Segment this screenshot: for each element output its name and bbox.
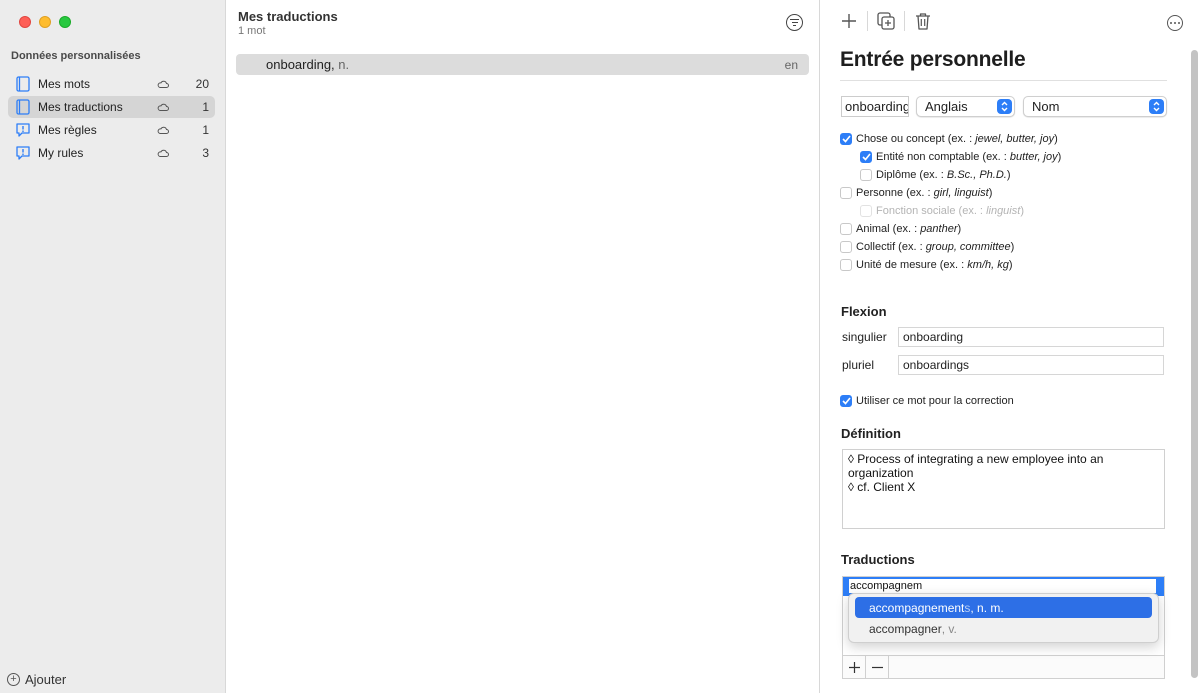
definition-heading: Définition: [841, 426, 901, 441]
entry-detail-pane: Entrée personnelle onboarding Anglais No…: [820, 0, 1201, 693]
sidebar-item-count: 1: [202, 123, 209, 137]
sidebar-item-label: Mes traductions: [38, 100, 123, 114]
checkmark-icon[interactable]: [840, 395, 852, 407]
translations-toolbar: [843, 655, 1164, 678]
add-translation-button[interactable]: [843, 656, 866, 678]
detail-toolbar: [839, 11, 933, 31]
add-button-label: Ajouter: [25, 672, 67, 687]
language-select-value: Anglais: [925, 99, 968, 114]
sidebar-item-my-rules[interactable]: My rules 3: [8, 142, 215, 164]
page-title: Entrée personnelle: [840, 48, 1026, 71]
definition-line: ◊ Process of integrating a new employee …: [848, 452, 1107, 480]
sidebar: Données personnalisées Mes mots 20 Mes t…: [0, 0, 226, 693]
list-item[interactable]: onboarding, n. en: [236, 54, 809, 75]
plus-icon[interactable]: [839, 11, 859, 31]
definition-textarea[interactable]: ◊ Process of integrating a new employee …: [842, 449, 1165, 529]
sidebar-item-count: 1: [202, 100, 209, 114]
checkbox-collectif[interactable]: Collectif (ex. : group, committee): [840, 238, 1061, 256]
sidebar-section-title: Données personnalisées: [11, 50, 141, 62]
autocomplete-popover: accompagnement s, n. m. accompagner, v.: [848, 593, 1159, 643]
semantic-categories: Chose ou concept (ex. : jewel, butter, j…: [840, 130, 1061, 274]
cloud-icon: [157, 103, 171, 111]
list-item-word: onboarding,: [266, 57, 335, 72]
rule-bubble-icon: [14, 122, 32, 138]
checkmark-icon[interactable]: [860, 151, 872, 163]
chevron-updown-icon: [1149, 99, 1164, 114]
checkbox-fonction-sociale: Fonction sociale (ex. : linguist): [840, 202, 1061, 220]
list-item-pos: n.: [334, 57, 350, 72]
translations-heading: Traductions: [841, 552, 915, 567]
list-count: 1 mot: [238, 25, 266, 37]
suggestion-item[interactable]: accompagner, v.: [855, 618, 1152, 639]
checkbox-personne[interactable]: Personne (ex. : girl, linguist): [840, 184, 1061, 202]
category-select[interactable]: Nom: [1023, 96, 1167, 117]
chevron-updown-icon: [997, 99, 1012, 114]
word-list-pane: Mes traductions 1 mot onboarding, n. en: [226, 0, 820, 693]
checkmark-icon[interactable]: [840, 133, 852, 145]
add-button[interactable]: + Ajouter: [7, 672, 66, 687]
plural-field[interactable]: onboardings: [898, 355, 1164, 375]
minimize-window-button[interactable]: [39, 16, 51, 28]
definition-line: ◊ cf. Client X: [848, 480, 916, 494]
remove-translation-button[interactable]: [866, 656, 889, 678]
suggestion-item[interactable]: accompagnement s, n. m.: [855, 597, 1152, 618]
inflection-heading: Flexion: [841, 304, 887, 319]
duplicate-icon[interactable]: [876, 11, 896, 31]
sidebar-item-mes-mots[interactable]: Mes mots 20: [8, 73, 215, 95]
zoom-window-button[interactable]: [59, 16, 71, 28]
word-field[interactable]: onboarding: [841, 96, 909, 117]
checkbox-unite-mesure[interactable]: Unité de mesure (ex. : km/h, kg): [840, 256, 1061, 274]
plural-label: pluriel: [842, 358, 875, 372]
singular-label: singulier: [842, 330, 887, 344]
list-item-language: en: [784, 57, 798, 72]
scrollbar[interactable]: [1191, 50, 1198, 678]
checkbox-diplome[interactable]: Diplôme (ex. : B.Sc., Ph.D.): [840, 166, 1061, 184]
sidebar-item-label: Mes mots: [38, 77, 91, 91]
sidebar-list: Mes mots 20 Mes traductions 1 Mes règles: [8, 73, 215, 165]
checkbox-chose-concept[interactable]: Chose ou concept (ex. : jewel, butter, j…: [840, 130, 1061, 148]
plus-circle-icon: +: [7, 673, 20, 686]
window-controls: [19, 16, 71, 28]
filter-icon[interactable]: [786, 14, 803, 31]
sidebar-item-count: 20: [195, 77, 209, 91]
cloud-icon: [157, 80, 171, 88]
category-select-value: Nom: [1032, 99, 1060, 114]
checkbox-animal[interactable]: Animal (ex. : panther): [840, 220, 1061, 238]
trash-icon[interactable]: [913, 11, 933, 31]
checkbox-entite-non-comptable[interactable]: Entité non comptable (ex. : butter, joy): [840, 148, 1061, 166]
sidebar-item-mes-regles[interactable]: Mes règles 1: [8, 119, 215, 141]
more-options-icon[interactable]: [1167, 15, 1183, 31]
book-icon: [14, 76, 32, 92]
rule-bubble-icon: [14, 145, 32, 161]
sidebar-item-count: 3: [202, 146, 209, 160]
cloud-icon: [157, 149, 171, 157]
close-window-button[interactable]: [19, 16, 31, 28]
sidebar-item-label: My rules: [38, 146, 84, 160]
list-title: Mes traductions: [238, 9, 338, 24]
divider: [840, 80, 1167, 81]
singular-field[interactable]: onboarding: [898, 327, 1164, 347]
translation-input[interactable]: accompagnem: [849, 579, 1156, 593]
sidebar-item-mes-traductions[interactable]: Mes traductions 1: [8, 96, 215, 118]
language-select[interactable]: Anglais: [916, 96, 1015, 117]
cloud-icon: [157, 126, 171, 134]
book-icon: [14, 99, 32, 115]
sidebar-item-label: Mes règles: [38, 123, 97, 137]
use-for-correction-checkbox[interactable]: Utiliser ce mot pour la correction: [840, 392, 1014, 410]
